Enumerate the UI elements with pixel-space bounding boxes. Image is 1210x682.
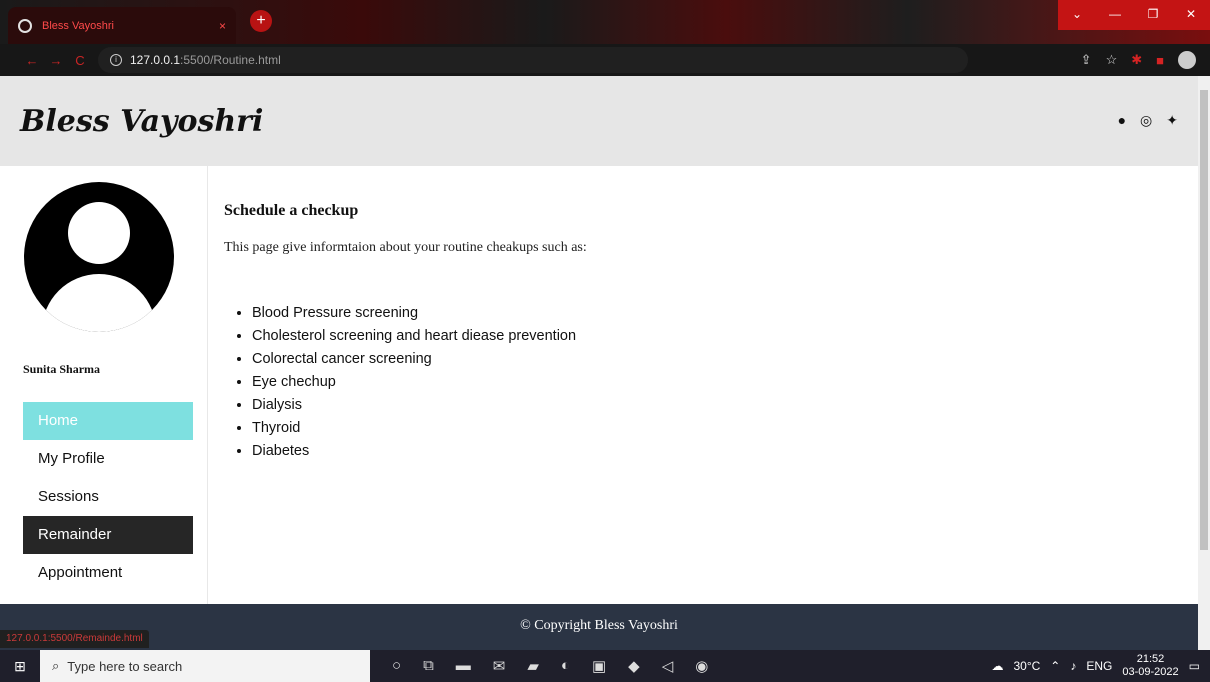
tab-close-icon[interactable]: × xyxy=(219,19,226,33)
forward-icon[interactable]: → xyxy=(44,53,68,68)
sidebar-menu: Home My Profile Sessions Remainder Appoi… xyxy=(23,402,193,592)
user-name: Sunita Sharma xyxy=(23,362,101,376)
list-item: Eye chechup xyxy=(252,371,1124,394)
site-footer: © Copyright Bless Vayoshri xyxy=(0,604,1198,650)
browser-toolbar: ← → C i 127.0.0.1 :5500/Routine.html ⇪ ☆… xyxy=(0,44,1210,76)
task-view-icon[interactable]: ⧉ xyxy=(423,657,434,675)
page-scrollbar[interactable] xyxy=(1198,76,1210,650)
search-icon: ⌕ xyxy=(52,658,60,673)
site-brand[interactable]: Bless Vayoshri xyxy=(20,104,263,139)
side-panel-icon[interactable]: ■ xyxy=(1156,53,1164,68)
mail-icon[interactable]: ✉ xyxy=(493,657,506,675)
tab-title: Bless Vayoshri xyxy=(42,19,114,32)
list-item: Blood Pressure screening xyxy=(252,302,1124,325)
list-item: Thyroid xyxy=(252,417,1124,440)
sidebar-item-home[interactable]: Home xyxy=(23,402,193,440)
windows-taskbar: ⊞ ⌕ Type here to search ○ ⧉ ▬ ✉ ▰ ◐ ▣ ◆ … xyxy=(0,650,1210,682)
reload-icon[interactable]: C xyxy=(68,53,92,68)
clock-time: 21:52 xyxy=(1136,653,1165,665)
browser-tab-strip: Bless Vayoshri × + ⌄ — ❐ ✕ xyxy=(0,0,1210,44)
cortana-icon[interactable]: ○ xyxy=(392,657,401,675)
store-icon[interactable]: ▣ xyxy=(592,657,606,675)
sidebar-item-sessions[interactable]: Sessions xyxy=(23,478,193,516)
intro-text: This page give informtaion about your ro… xyxy=(224,240,587,255)
terminal-icon[interactable]: ▬ xyxy=(456,657,471,675)
file-explorer-icon[interactable]: ▰ xyxy=(527,657,539,675)
volume-icon[interactable]: ♪ xyxy=(1070,659,1076,673)
bookmark-star-icon[interactable]: ☆ xyxy=(1106,52,1118,68)
facebook-icon[interactable]: ● xyxy=(1118,112,1126,129)
sidebar-item-appointment[interactable]: Appointment xyxy=(23,554,193,592)
sidebar-item-my-profile[interactable]: My Profile xyxy=(23,440,193,478)
instagram-icon[interactable]: ◎ xyxy=(1140,112,1152,129)
vscode-icon[interactable]: ◁ xyxy=(662,657,674,675)
social-links: ● ◎ ✦ xyxy=(1118,112,1178,129)
url-path: :5500/Routine.html xyxy=(180,53,281,67)
web-page: Bless Vayoshri ● ◎ ✦ Sunita Sharma Home … xyxy=(0,76,1198,650)
taskbar-search[interactable]: ⌕ Type here to search xyxy=(40,650,370,682)
minimize-button[interactable]: — xyxy=(1096,0,1134,30)
new-tab-button[interactable]: + xyxy=(250,10,272,32)
list-item: Cholesterol screening and heart diease p… xyxy=(252,325,1124,348)
close-window-button[interactable]: ✕ xyxy=(1172,0,1210,30)
brave-icon[interactable]: ◆ xyxy=(628,657,640,675)
user-avatar xyxy=(24,182,174,332)
weather-icon[interactable]: ☁ xyxy=(991,659,1003,673)
list-item: Colorectal cancer screening xyxy=(252,348,1124,371)
site-header: Bless Vayoshri ● ◎ ✦ xyxy=(0,76,1198,166)
list-item: Diabetes xyxy=(252,440,1124,463)
tab-search-button[interactable]: ⌄ xyxy=(1058,0,1096,30)
restore-button[interactable]: ❐ xyxy=(1134,0,1172,30)
back-icon[interactable]: ← xyxy=(20,53,44,68)
globe-icon xyxy=(18,18,32,33)
main-content: Schedule a checkup This page give inform… xyxy=(224,166,1124,463)
copyright-text: © Copyright Bless Vayoshri xyxy=(520,618,678,633)
sidebar-item-remainder[interactable]: Remainder xyxy=(23,516,193,554)
address-bar[interactable]: i 127.0.0.1 :5500/Routine.html xyxy=(98,47,968,73)
checkup-list: Blood Pressure screening Cholesterol scr… xyxy=(224,302,1124,463)
chrome-icon[interactable]: ◉ xyxy=(695,657,708,675)
info-icon[interactable]: i xyxy=(110,54,122,66)
browser-tab[interactable]: Bless Vayoshri × xyxy=(8,7,236,44)
list-item: Dialysis xyxy=(252,394,1124,417)
clock[interactable]: 21:52 03-09-2022 xyxy=(1122,653,1178,679)
tray-chevron-icon[interactable]: ⌃ xyxy=(1050,659,1060,673)
edge-icon[interactable]: ◐ xyxy=(561,657,570,675)
search-placeholder: Type here to search xyxy=(67,658,183,674)
url-host: 127.0.0.1 xyxy=(130,53,181,67)
scrollbar-thumb[interactable] xyxy=(1200,90,1208,550)
extensions-icon[interactable]: ✱ xyxy=(1131,52,1142,68)
share-icon[interactable]: ⇪ xyxy=(1081,52,1092,68)
language-indicator[interactable]: ENG xyxy=(1086,659,1112,673)
profile-avatar[interactable] xyxy=(1178,51,1196,69)
sidebar: Sunita Sharma Home My Profile Sessions R… xyxy=(0,166,208,604)
twitter-icon[interactable]: ✦ xyxy=(1166,112,1178,129)
weather-temp[interactable]: 30°C xyxy=(1013,659,1040,673)
notification-icon[interactable]: ▭ xyxy=(1189,659,1200,673)
link-status-url: 127.0.0.1:5500/Remainde.html xyxy=(0,630,149,648)
page-title: Schedule a checkup xyxy=(224,202,359,219)
windows-start-icon[interactable]: ⊞ xyxy=(0,658,40,675)
clock-date: 03-09-2022 xyxy=(1122,666,1179,678)
